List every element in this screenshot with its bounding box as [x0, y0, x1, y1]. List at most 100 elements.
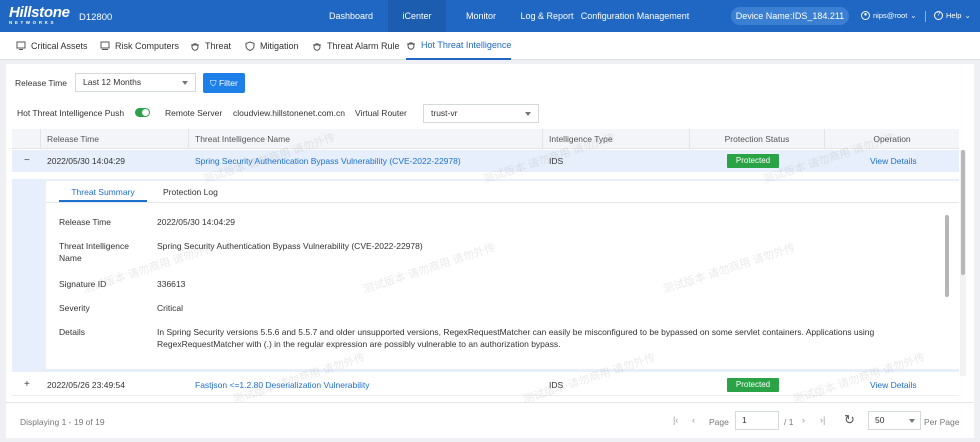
device-model: D12800 [79, 12, 113, 23]
field-value-release-time: 2022/05/30 14:04:29 [157, 217, 235, 227]
chevron-down-icon: ⌄ [910, 11, 917, 20]
content-panel: Release Time Last 12 Months ⛉ Filter Hot… [6, 64, 974, 438]
row-detail-panel: Threat Summary Protection Log Release Ti… [12, 179, 959, 372]
field-value-signature-id: 336613 [157, 279, 186, 289]
virtual-router-value: trust-vr [431, 108, 458, 118]
row-release-time: 2022/05/30 14:04:29 [47, 156, 125, 166]
nav-log-report[interactable]: Log & Report [517, 0, 577, 32]
nav-dashboard[interactable]: Dashboard [320, 0, 382, 32]
col-intelligence-type[interactable]: Intelligence Type [542, 129, 689, 149]
divider [925, 11, 926, 22]
user-menu[interactable]: ● nips@root ⌄ [861, 11, 917, 20]
top-navigation-bar: Hillstone NETWORKS D12800 Dashboard iCen… [0, 0, 980, 32]
filter-button[interactable]: ⛉ Filter [203, 73, 245, 93]
field-label-severity: Severity [59, 303, 90, 313]
status-badge: Protected [727, 154, 779, 168]
last-page-icon[interactable]: ›| [820, 415, 825, 425]
tab-label: Risk Computers [115, 41, 180, 51]
table-scrollbar[interactable] [960, 150, 966, 376]
col-operation[interactable]: Operation [824, 129, 959, 149]
alarm-icon [313, 43, 321, 51]
caret-down-icon [182, 81, 188, 85]
detail-scrollbar[interactable] [945, 215, 949, 297]
col-release-time[interactable]: Release Time [40, 129, 188, 149]
push-label: Hot Threat Intelligence Push [17, 108, 125, 118]
view-details-link[interactable]: View Details [870, 374, 917, 396]
user-icon: ● [861, 11, 870, 20]
table-header: Release Time Threat Intelligence Name In… [12, 129, 959, 149]
prev-page-icon[interactable]: ‹ [692, 415, 695, 425]
tab-threat-alarm-rule[interactable]: Threat Alarm Rule [312, 32, 400, 60]
tab-label: Critical Assets [31, 41, 88, 51]
col-threat-intelligence-name[interactable]: Threat Intelligence Name [188, 129, 542, 149]
scrollbar-thumb[interactable] [961, 150, 965, 275]
row-intelligence-type: IDS [549, 380, 564, 390]
page-input[interactable]: 1 [735, 411, 779, 430]
first-page-icon[interactable]: |‹ [673, 415, 678, 425]
view-details-link[interactable]: View Details [870, 150, 917, 172]
field-value-threat-name: Spring Security Authentication Bypass Vu… [157, 241, 423, 251]
tab-label: Mitigation [260, 41, 299, 51]
displaying-count: Displaying 1 - 19 of 19 [20, 417, 105, 427]
col-protection-status[interactable]: Protection Status [689, 129, 824, 149]
tab-protection-log[interactable]: Protection Log [163, 185, 218, 202]
tab-hot-threat-intelligence[interactable]: Hot Threat Intelligence [406, 32, 512, 60]
detail-card: Threat Summary Protection Log Release Ti… [46, 181, 959, 369]
pagination-footer: Displaying 1 - 19 of 19 |‹ ‹ Page 1 / 1 … [6, 402, 974, 438]
remote-server-value: cloudview.hillstonenet.com.cn [233, 108, 345, 118]
asset-icon [16, 41, 26, 50]
tab-threat-summary[interactable]: Threat Summary [59, 185, 147, 202]
virtual-router-label: Virtual Router [355, 108, 407, 118]
field-label-threat-name: Threat Intelligence Name [59, 241, 129, 263]
device-name-badge: Device Name:IDS_184.211 [731, 7, 849, 25]
field-value-details: In Spring Security versions 5.5.6 and 5.… [157, 327, 875, 349]
row-threat-name-link[interactable]: Spring Security Authentication Bypass Vu… [195, 150, 461, 172]
tab-risk-computers[interactable]: Risk Computers [100, 32, 179, 60]
nav-configuration-management[interactable]: Configuration Management [580, 0, 690, 32]
tab-threat[interactable]: Threat [190, 32, 231, 60]
per-page-select[interactable]: 50 [868, 411, 921, 430]
remote-server-label: Remote Server [165, 108, 223, 118]
user-name: nips@root [873, 11, 908, 20]
nav-icenter[interactable]: iCenter [388, 0, 446, 32]
shield-icon [245, 41, 255, 51]
chevron-down-icon: ⌄ [964, 11, 971, 20]
intelligence-icon [407, 42, 415, 50]
per-page-value: 50 [875, 415, 885, 425]
refresh-icon[interactable]: ↻ [844, 412, 855, 428]
hillstone-logo: Hillstone NETWORKS [9, 4, 75, 27]
release-time-label: Release Time [15, 78, 67, 88]
help-menu[interactable]: ? Help ⌄ [934, 11, 971, 20]
tab-mitigation[interactable]: Mitigation [245, 32, 299, 60]
expand-toggle[interactable]: + [24, 374, 30, 396]
field-value-severity: Critical [157, 303, 183, 313]
total-pages: / 1 [784, 417, 794, 427]
tab-critical-assets[interactable]: Critical Assets [16, 32, 88, 60]
row-threat-name-link[interactable]: Fastjson <=1.2.80 Deserialization Vulner… [195, 374, 370, 396]
help-label: Help [946, 11, 962, 20]
bug-icon [191, 43, 199, 51]
status-badge: Protected [727, 378, 779, 392]
nav-monitor[interactable]: Monitor [455, 0, 507, 32]
release-time-value: Last 12 Months [83, 77, 142, 87]
caret-down-icon [525, 112, 531, 116]
field-label-details: Details [59, 327, 85, 337]
per-page-label: Per Page [924, 417, 960, 427]
help-icon: ? [934, 11, 943, 20]
tab-label: Threat [205, 41, 232, 51]
caret-down-icon [909, 419, 915, 423]
push-toggle[interactable] [135, 108, 150, 117]
collapse-toggle[interactable]: − [24, 150, 30, 172]
page-label: Page [709, 417, 729, 427]
release-time-select[interactable]: Last 12 Months [75, 73, 196, 92]
table-row[interactable]: − 2022/05/30 14:04:29 Spring Security Au… [12, 150, 959, 172]
next-page-icon[interactable]: › [802, 415, 805, 425]
row-release-time: 2022/05/26 23:49:54 [47, 380, 125, 390]
tab-label: Hot Threat Intelligence [421, 40, 512, 50]
virtual-router-select[interactable]: trust-vr [423, 104, 539, 123]
detail-tab-divider [46, 202, 959, 203]
table-row[interactable]: + 2022/05/26 23:49:54 Fastjson <=1.2.80 … [12, 374, 959, 396]
filter-button-label: Filter [218, 78, 238, 88]
logo-text: Hillstone [9, 4, 70, 21]
computer-icon [100, 41, 110, 50]
